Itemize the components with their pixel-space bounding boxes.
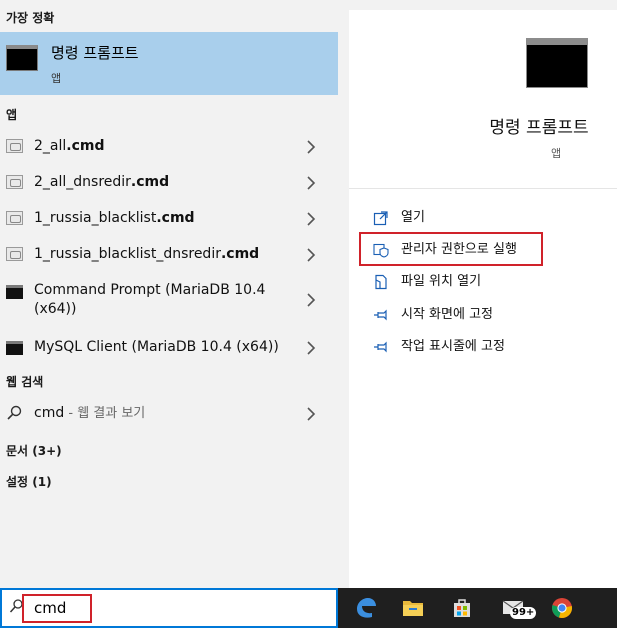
- notification-badge: 99+: [510, 607, 537, 619]
- app-ext: .cmd: [130, 174, 170, 190]
- app-ext: .cmd: [66, 138, 105, 154]
- app-name: 1_russia_blacklist_dnsredir: [34, 246, 221, 262]
- web-search-header: 웹 검색: [6, 375, 44, 389]
- app-item[interactable]: 2_all.cmd: [0, 136, 338, 158]
- cmd-file-icon: [6, 211, 23, 225]
- app-name: MySQL Client (MariaDB 10.4 (x64)): [34, 339, 279, 355]
- pin-icon: [373, 339, 389, 355]
- cmd-file-icon: [6, 247, 23, 261]
- chevron-right-icon[interactable]: [306, 140, 320, 154]
- web-query: cmd: [34, 405, 65, 421]
- app-name: 2_all_dnsredir: [34, 174, 131, 190]
- command-prompt-icon: [526, 38, 588, 88]
- file-location-icon: [373, 274, 389, 290]
- chevron-right-icon[interactable]: [306, 407, 320, 421]
- documents-category[interactable]: 문서 (3+): [6, 442, 62, 459]
- action-label: 파일 위치 열기: [401, 274, 482, 289]
- divider: [349, 188, 617, 189]
- search-icon: [6, 405, 22, 425]
- store-icon[interactable]: [450, 596, 474, 620]
- taskbar: 99+: [338, 588, 617, 628]
- apps-header: 앱: [6, 108, 18, 122]
- best-match-item[interactable]: 명령 프롬프트 앱: [0, 32, 338, 95]
- highlight-box: [359, 232, 543, 266]
- app-item[interactable]: 1_russia_blacklist.cmd: [0, 208, 338, 230]
- app-item[interactable]: 1_russia_blacklist_dnsredir.cmd: [0, 244, 338, 266]
- preview-title: 명령 프롬프트: [489, 118, 589, 138]
- app-name: Command Prompt (MariaDB 10.4: [34, 282, 266, 298]
- app-item[interactable]: MySQL Client (MariaDB 10.4 (x64)): [0, 337, 338, 359]
- preview-subtitle: 앱: [550, 147, 562, 160]
- action-label: 작업 표시줄에 고정: [401, 339, 505, 354]
- app-name: 1_russia_blacklist: [34, 210, 157, 226]
- web-suffix: - 웹 결과 보기: [64, 406, 146, 421]
- chevron-right-icon[interactable]: [306, 176, 320, 190]
- app-item[interactable]: Command Prompt (MariaDB 10.4 (x64)): [0, 281, 338, 321]
- console-icon: [6, 341, 23, 355]
- mail-icon[interactable]: 99+: [500, 596, 537, 620]
- settings-category[interactable]: 설정 (1): [6, 473, 52, 490]
- app-name-line2: (x64)): [34, 301, 77, 317]
- cmd-file-icon: [6, 175, 23, 189]
- search-input[interactable]: cmd: [22, 594, 92, 623]
- search-results-panel: 가장 정확 명령 프롬프트 앱 앱 2_all.cmd 2_all_dnsred…: [0, 0, 338, 588]
- panel-divider: [338, 0, 349, 588]
- console-icon: [6, 285, 23, 299]
- preview-panel: 명령 프롬프트 앱 열기 관리자 권한으로 실행 파일 위치 열기 시작 화면에…: [349, 10, 617, 588]
- best-match-title: 명령 프롬프트: [51, 44, 139, 62]
- command-prompt-icon: [6, 45, 38, 71]
- chrome-icon[interactable]: [550, 596, 574, 620]
- chevron-right-icon[interactable]: [306, 212, 320, 226]
- app-ext: .cmd: [156, 210, 195, 226]
- best-match-header: 가장 정확: [6, 11, 55, 25]
- open-icon: [373, 210, 389, 226]
- chevron-right-icon[interactable]: [306, 248, 320, 262]
- search-icon: [9, 599, 23, 619]
- best-match-subtitle: 앱: [51, 72, 62, 85]
- chevron-right-icon[interactable]: [306, 341, 320, 355]
- edge-icon[interactable]: [354, 596, 378, 620]
- cmd-file-icon: [6, 139, 23, 153]
- web-search-item[interactable]: cmd - 웹 결과 보기: [0, 403, 338, 425]
- app-item[interactable]: 2_all_dnsredir.cmd: [0, 172, 338, 194]
- action-label: 시작 화면에 고정: [401, 307, 493, 322]
- pin-icon: [373, 307, 389, 323]
- chevron-right-icon[interactable]: [306, 293, 320, 307]
- search-bar[interactable]: cmd: [0, 588, 338, 628]
- file-explorer-icon[interactable]: [401, 596, 425, 620]
- action-label: 열기: [401, 210, 425, 225]
- app-ext: .cmd: [220, 246, 260, 262]
- app-name: 2_all: [34, 138, 67, 154]
